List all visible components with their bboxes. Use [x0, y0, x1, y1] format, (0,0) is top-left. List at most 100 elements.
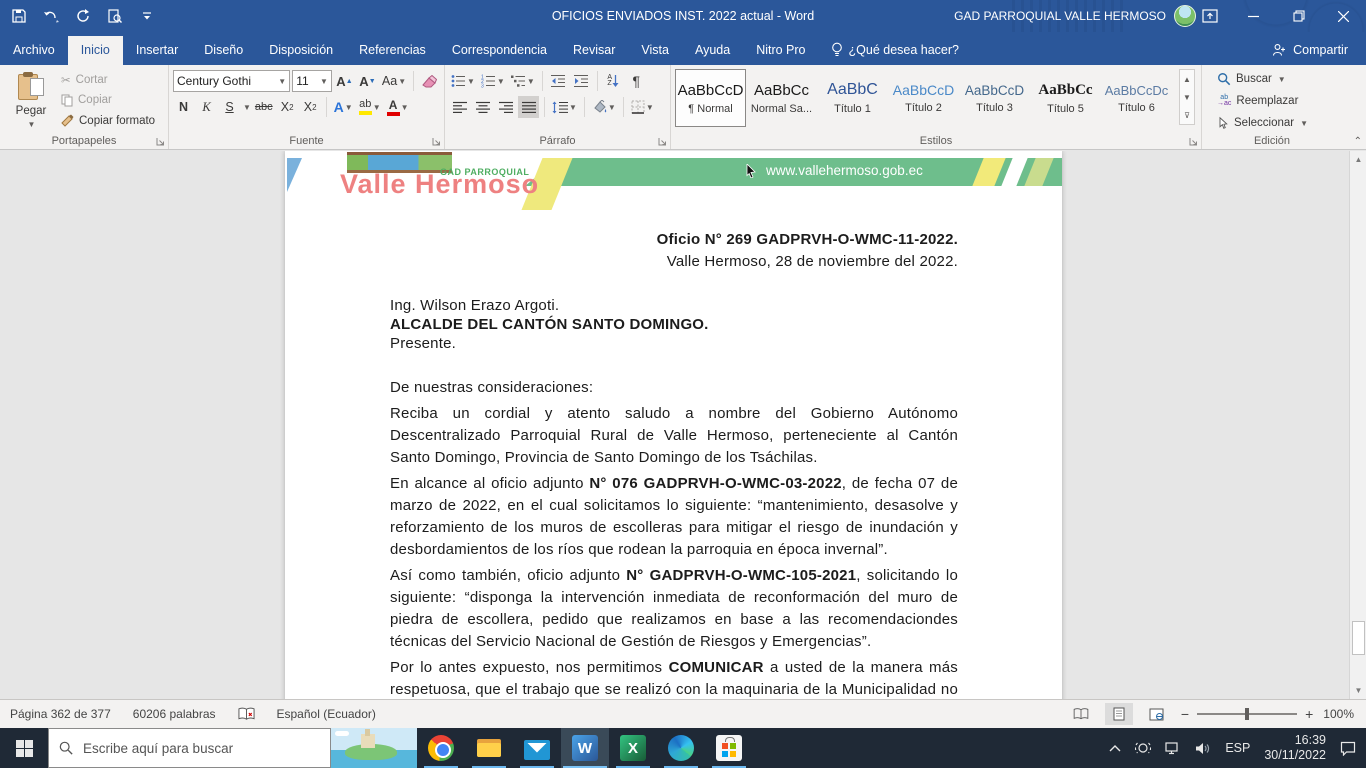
line-spacing-button[interactable]: ▼: [550, 96, 579, 118]
tab-disposicion[interactable]: Disposición: [256, 36, 346, 65]
align-center-button[interactable]: [472, 96, 493, 118]
show-marks-button[interactable]: ¶: [626, 70, 647, 92]
tab-vista[interactable]: Vista: [628, 36, 682, 65]
font-name-combo[interactable]: Century Gothi ▼: [173, 70, 291, 92]
tab-revisar[interactable]: Revisar: [560, 36, 628, 65]
meet-now-icon[interactable]: [1135, 741, 1152, 755]
sort-button[interactable]: AZ: [603, 70, 624, 92]
search-highlight-image[interactable]: [331, 728, 417, 768]
style-titulo-3[interactable]: AaBbCcD Título 3: [959, 69, 1030, 127]
share-button[interactable]: Compartir: [1264, 36, 1356, 65]
italic-button[interactable]: K: [196, 96, 217, 118]
action-center-icon[interactable]: [1340, 741, 1356, 756]
borders-button[interactable]: ▼: [629, 96, 656, 118]
scrollbar-thumb[interactable]: [1352, 621, 1365, 655]
styles-scroll-down-icon[interactable]: ▼: [1180, 88, 1194, 106]
ribbon-display-options-icon[interactable]: [1202, 0, 1218, 32]
text-effects-button[interactable]: A ▼: [332, 96, 355, 118]
tell-me-box[interactable]: ¿Qué desea hacer?: [819, 35, 972, 65]
select-button[interactable]: Seleccionar ▼: [1214, 112, 1338, 134]
language-badge[interactable]: ESP: [1225, 741, 1250, 755]
font-size-combo[interactable]: 11 ▼: [292, 70, 332, 92]
styles-more-icon[interactable]: ⊽: [1180, 106, 1194, 124]
shrink-font-button[interactable]: A ▼: [357, 70, 378, 92]
restore-button[interactable]: [1276, 0, 1321, 32]
page-indicator[interactable]: Página 362 de 377: [10, 707, 111, 721]
style-titulo-5[interactable]: AaBbCc Título 5: [1030, 69, 1101, 127]
underline-button[interactable]: S: [219, 96, 240, 118]
decrease-indent-button[interactable]: [548, 70, 569, 92]
strikethrough-button[interactable]: abc: [253, 96, 275, 118]
replace-button[interactable]: ab →ac Reemplazar: [1214, 90, 1338, 112]
tab-insertar[interactable]: Insertar: [123, 36, 191, 65]
repeat-icon[interactable]: [72, 5, 94, 27]
style-titulo-6[interactable]: AaBbCcDc Título 6: [1101, 69, 1172, 127]
align-left-button[interactable]: [449, 96, 470, 118]
language-indicator[interactable]: Español (Ecuador): [277, 707, 376, 721]
clipboard-dialog-launcher-icon[interactable]: [156, 137, 165, 146]
paste-button[interactable]: Pegar ▼: [4, 68, 58, 131]
print-layout-icon[interactable]: [1104, 703, 1133, 725]
save-icon[interactable]: [8, 5, 30, 27]
styles-dialog-launcher-icon[interactable]: [1189, 137, 1198, 146]
clock[interactable]: 16:39 30/11/2022: [1264, 733, 1326, 763]
collapse-ribbon-icon[interactable]: ⌃: [1354, 136, 1362, 147]
vertical-scrollbar[interactable]: ▲ ▼: [1349, 151, 1366, 699]
clear-formatting-button[interactable]: [419, 70, 440, 92]
start-button[interactable]: [0, 728, 48, 768]
highlight-button[interactable]: ab ▼: [357, 96, 383, 118]
tray-expand-icon[interactable]: [1109, 744, 1121, 752]
taskbar-excel[interactable]: X: [609, 728, 657, 768]
tab-referencias[interactable]: Referencias: [346, 36, 439, 65]
taskbar-search-input[interactable]: Escribe aquí para buscar: [48, 728, 331, 768]
account-area[interactable]: GAD PARROQUIAL VALLE HERMOSO: [954, 0, 1196, 32]
close-button[interactable]: [1321, 0, 1366, 32]
styles-scroll-up-icon[interactable]: ▲: [1180, 70, 1194, 88]
zoom-slider[interactable]: [1197, 708, 1298, 720]
align-right-button[interactable]: [495, 96, 516, 118]
find-button[interactable]: Buscar ▼: [1214, 68, 1338, 90]
customize-quick-access-icon[interactable]: [136, 5, 158, 27]
style-normal[interactable]: AaBbCcD ¶ Normal: [675, 69, 746, 127]
grow-font-button[interactable]: A ▲: [334, 70, 355, 92]
taskbar-word[interactable]: W: [561, 728, 609, 768]
proofing-icon[interactable]: [237, 707, 255, 721]
style-titulo-2[interactable]: AaBbCcD Título 2: [888, 69, 959, 127]
bullet-list-button[interactable]: ▼: [449, 70, 477, 92]
underline-caret-icon[interactable]: ▼: [243, 103, 251, 112]
taskbar-mail[interactable]: [513, 728, 561, 768]
font-dialog-launcher-icon[interactable]: [432, 137, 441, 146]
scroll-down-icon[interactable]: ▼: [1350, 682, 1366, 699]
network-icon[interactable]: [1165, 741, 1181, 755]
tab-nitro-pro[interactable]: Nitro Pro: [743, 36, 818, 65]
tab-ayuda[interactable]: Ayuda: [682, 36, 743, 65]
subscript-button[interactable]: X2: [277, 96, 298, 118]
tab-correspondencia[interactable]: Correspondencia: [439, 36, 560, 65]
minimize-button[interactable]: [1231, 0, 1276, 32]
volume-icon[interactable]: [1195, 742, 1211, 755]
avatar[interactable]: [1174, 5, 1196, 27]
paragraph-dialog-launcher-icon[interactable]: [658, 137, 667, 146]
multilevel-list-button[interactable]: ▼: [509, 70, 537, 92]
letter-body[interactable]: Oficio N° 269 GADPRVH-O-WMC-11-2022. Val…: [285, 151, 1062, 699]
font-color-button[interactable]: A ▼: [385, 96, 411, 118]
taskbar-chrome[interactable]: [417, 728, 465, 768]
web-layout-icon[interactable]: [1143, 703, 1171, 725]
numbered-list-button[interactable]: 123 ▼: [479, 70, 507, 92]
zoom-slider-thumb[interactable]: [1245, 708, 1250, 720]
tab-archivo[interactable]: Archivo: [0, 36, 68, 65]
print-preview-icon[interactable]: [104, 5, 126, 27]
taskbar-file-explorer[interactable]: [465, 728, 513, 768]
change-case-button[interactable]: Aa ▼: [380, 70, 408, 92]
shading-button[interactable]: ▼: [590, 96, 618, 118]
undo-icon[interactable]: [40, 5, 62, 27]
taskbar-edge[interactable]: [657, 728, 705, 768]
scroll-up-icon[interactable]: ▲: [1350, 151, 1366, 168]
zoom-level[interactable]: 100%: [1323, 707, 1354, 721]
justify-button[interactable]: [518, 96, 539, 118]
increase-indent-button[interactable]: [571, 70, 592, 92]
read-mode-icon[interactable]: [1067, 703, 1095, 725]
cut-button[interactable]: ✂ Cortar: [58, 70, 158, 90]
style-titulo-1[interactable]: AaBbC Título 1: [817, 69, 888, 127]
document-page[interactable]: www.vallehermoso.gob.ec Valle Hermoso GA…: [285, 151, 1062, 699]
